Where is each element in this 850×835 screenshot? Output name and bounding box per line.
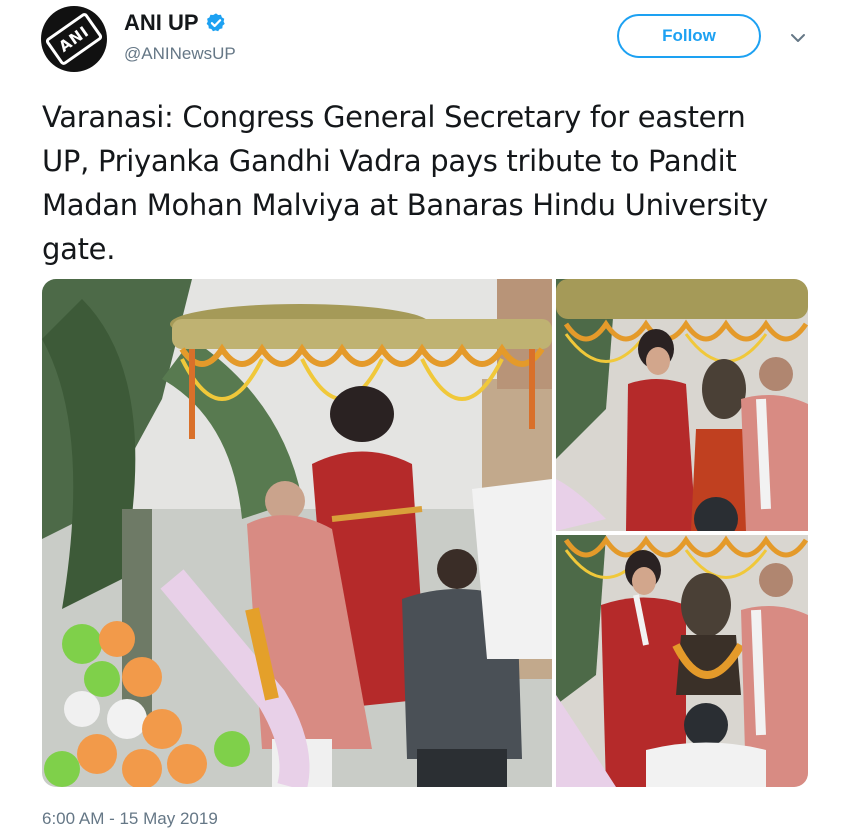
media-grid (42, 279, 808, 787)
photo-top-right-image (556, 279, 808, 531)
photo-main[interactable] (42, 279, 552, 787)
photo-main-image (42, 279, 552, 787)
tweet-header: ANI ANI UP @ANINewsUP Follow (0, 0, 850, 90)
tweet-text: Varanasi: Congress General Secretary for… (42, 100, 768, 266)
tweet-timestamp[interactable]: 6:00 AM - 15 May 2019 (42, 809, 218, 829)
avatar[interactable]: ANI (41, 6, 107, 72)
handle[interactable]: @ANINewsUP (124, 44, 236, 64)
verified-badge-icon (206, 13, 225, 32)
photo-bottom-right[interactable] (556, 535, 808, 787)
name-row: ANI UP (124, 10, 227, 36)
ani-logo: ANI (44, 11, 104, 67)
chevron-down-icon[interactable] (788, 28, 808, 48)
display-name[interactable]: ANI UP (124, 10, 199, 36)
photo-top-right[interactable] (556, 279, 808, 531)
follow-button[interactable]: Follow (617, 14, 761, 58)
photo-bottom-right-image (556, 535, 808, 787)
